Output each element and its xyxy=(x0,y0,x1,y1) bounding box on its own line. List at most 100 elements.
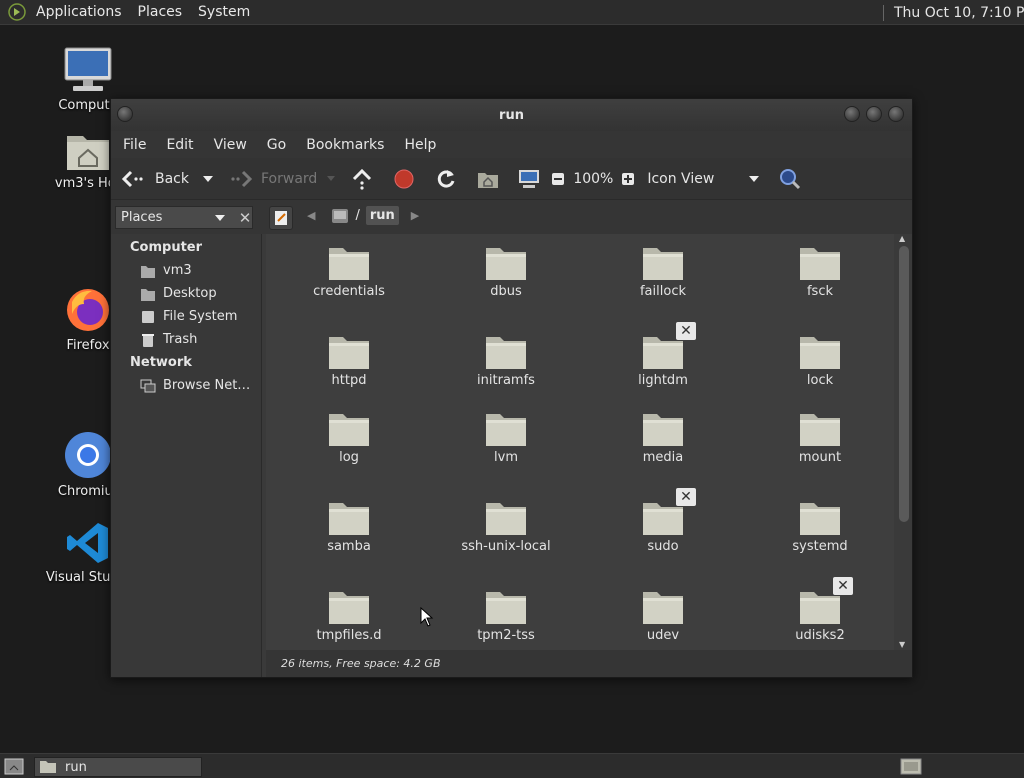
home-folder-icon xyxy=(141,265,155,278)
menu-bookmarks[interactable]: Bookmarks xyxy=(296,137,394,153)
search-icon[interactable] xyxy=(778,167,802,191)
folder-item[interactable]: faillock xyxy=(588,242,738,299)
sidebar-heading-computer: Computer xyxy=(130,240,203,255)
forward-label: Forward xyxy=(261,170,318,187)
computer-location-icon[interactable] xyxy=(517,168,541,190)
stop-icon[interactable] xyxy=(393,168,415,190)
close-sidebar-icon[interactable]: ✕ xyxy=(233,206,257,229)
forward-button[interactable]: Forward xyxy=(229,158,317,199)
drive-icon xyxy=(142,310,154,323)
sidebar-item-trash[interactable]: Trash xyxy=(111,328,261,351)
folder-item[interactable]: ssh-unix-local xyxy=(431,497,581,554)
minimize-button[interactable] xyxy=(844,106,860,122)
applications-menu[interactable]: Applications xyxy=(28,0,130,25)
folder-item[interactable]: media xyxy=(588,408,738,465)
folder-item[interactable]: samba xyxy=(274,497,424,554)
folder-item[interactable]: initramfs xyxy=(431,331,581,388)
sidebar-item-file-system[interactable]: File System xyxy=(111,305,261,328)
folder-item[interactable]: lvm xyxy=(431,408,581,465)
forward-history-dropdown-icon[interactable] xyxy=(325,174,337,184)
sidebar-item-vm3[interactable]: vm3 xyxy=(111,259,261,282)
maximize-button[interactable] xyxy=(866,106,882,122)
breadcrumb-current[interactable]: run xyxy=(365,206,399,225)
folder-icon xyxy=(329,592,369,624)
zoom-in-icon[interactable] xyxy=(621,172,635,186)
system-menu[interactable]: System xyxy=(190,0,258,25)
up-arrow-icon[interactable] xyxy=(351,168,373,190)
places-combo-label: Places xyxy=(121,210,163,225)
folder-item[interactable]: fsck xyxy=(745,242,895,299)
folder-icon xyxy=(329,337,369,369)
folder-icon xyxy=(329,503,369,535)
folder-item[interactable]: tpm2-tss xyxy=(431,586,581,643)
breadcrumb-right-arrow-icon[interactable]: ▶ xyxy=(411,209,419,222)
folder-item[interactable]: systemd xyxy=(745,497,895,554)
sidebar-item-browse-network[interactable]: Browse Net… xyxy=(111,374,261,397)
chevron-down-icon xyxy=(749,175,760,182)
folder-icon xyxy=(800,248,840,280)
workspace-switcher-icon[interactable] xyxy=(900,758,922,775)
window-menu-icon[interactable] xyxy=(117,106,133,122)
bottom-panel: run xyxy=(0,753,1024,778)
menu-file[interactable]: File xyxy=(113,137,156,153)
close-button[interactable] xyxy=(888,106,904,122)
folder-item[interactable]: httpd xyxy=(274,331,424,388)
applications-logo-icon[interactable] xyxy=(8,3,26,21)
folder-item[interactable]: sudo ✕ xyxy=(588,488,738,554)
reload-icon[interactable] xyxy=(435,168,457,190)
vertical-scrollbar[interactable]: ▲ ▼ xyxy=(894,234,912,651)
folder-item[interactable]: tmpfiles.d xyxy=(274,586,424,643)
folder-icon xyxy=(800,414,840,446)
folder-item[interactable]: credentials xyxy=(274,242,424,299)
show-desktop-icon[interactable] xyxy=(4,758,24,775)
taskbar-item-run[interactable]: run xyxy=(34,757,202,777)
sidebar-item-label: File System xyxy=(163,309,238,324)
menu-view[interactable]: View xyxy=(204,137,257,153)
folder-item[interactable]: udisks2 ✕ xyxy=(745,577,895,643)
folder-item[interactable]: udev xyxy=(588,586,738,643)
menu-edit[interactable]: Edit xyxy=(156,137,203,153)
scroll-down-arrow-icon[interactable]: ▼ xyxy=(899,640,905,649)
folder-item[interactable]: dbus xyxy=(431,242,581,299)
folder-name: dbus xyxy=(490,284,522,299)
root-drive-icon[interactable] xyxy=(331,207,349,225)
file-manager-window: run File Edit View Go Bookmarks Help Bac… xyxy=(110,98,913,678)
folder-item[interactable]: log xyxy=(274,408,424,465)
folder-item[interactable]: mount xyxy=(745,408,895,465)
back-history-dropdown-icon[interactable] xyxy=(201,174,215,184)
home-icon[interactable] xyxy=(477,169,499,189)
clock[interactable]: Thu Oct 10, 7:10 PM xyxy=(894,5,1024,21)
window-title: run xyxy=(499,107,524,123)
mouse-cursor-icon xyxy=(420,607,434,627)
folder-icon xyxy=(486,248,526,280)
sidebar-item-desktop[interactable]: Desktop xyxy=(111,282,261,305)
scroll-up-arrow-icon[interactable]: ▲ xyxy=(899,234,905,243)
folder-name: lock xyxy=(806,373,834,388)
folder-name: credentials xyxy=(313,284,385,299)
menu-help[interactable]: Help xyxy=(394,137,446,153)
toolbar: Back Forward 100% Icon View xyxy=(111,158,912,200)
folder-name: mount xyxy=(798,450,842,465)
folder-item[interactable]: lock xyxy=(745,331,895,388)
view-mode-select[interactable]: Icon View xyxy=(647,158,760,199)
scrollbar-thumb[interactable] xyxy=(899,246,909,522)
breadcrumb-left-arrow-icon[interactable]: ◀ xyxy=(307,209,315,222)
sidebar-item-label: Desktop xyxy=(163,286,217,301)
file-icon-view[interactable]: credentials dbus faillock fsck httpd initramf… xyxy=(266,234,896,651)
folder-name: log xyxy=(339,450,359,465)
folder-name: lvm xyxy=(494,450,518,465)
places-menu[interactable]: Places xyxy=(130,0,191,25)
taskbar-item-label: run xyxy=(65,759,87,775)
menu-go[interactable]: Go xyxy=(257,137,296,153)
forward-arrow-icon xyxy=(231,170,253,187)
folder-icon xyxy=(486,337,526,369)
breadcrumb-separator: / xyxy=(355,208,360,223)
folder-name: faillock xyxy=(639,284,686,299)
zoom-out-icon[interactable] xyxy=(551,172,565,186)
chromium-icon xyxy=(65,432,111,478)
titlebar[interactable]: run xyxy=(111,99,912,131)
folder-item[interactable]: lightdm ✕ xyxy=(588,322,738,388)
back-button[interactable]: Back xyxy=(111,158,189,199)
firefox-icon xyxy=(67,289,109,331)
edit-location-button[interactable] xyxy=(269,206,293,230)
